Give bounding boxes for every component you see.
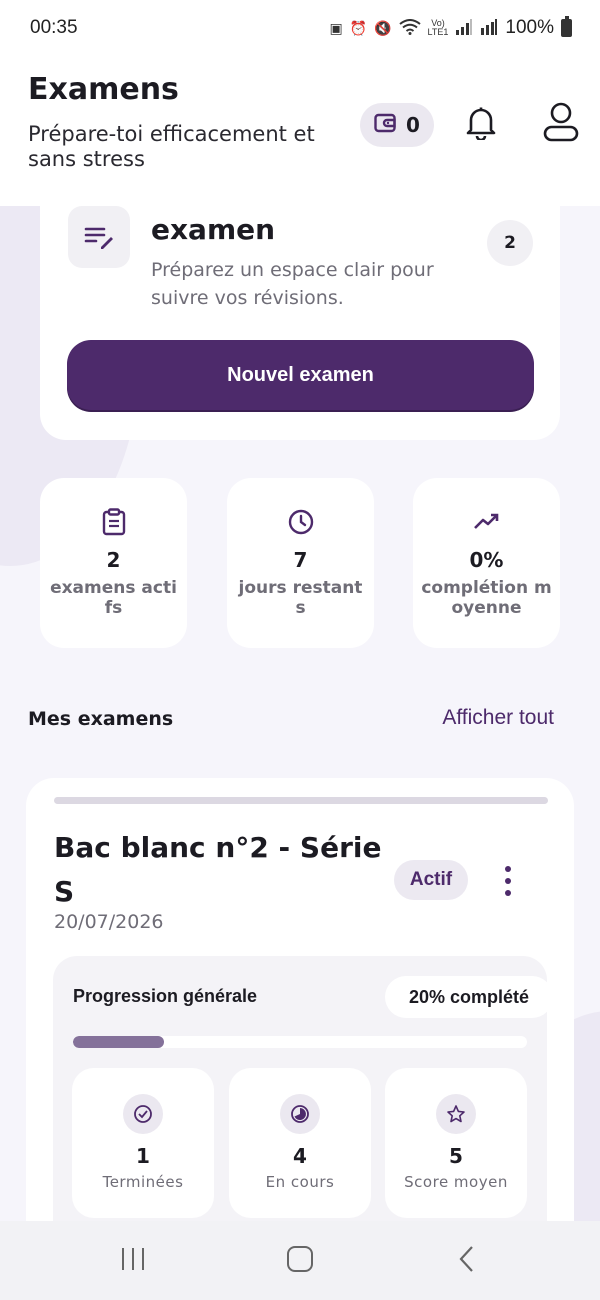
progress-badge: 20% complété xyxy=(385,976,553,1018)
metric-value: 1 xyxy=(136,1144,150,1168)
progress-panel: Progression générale 20% complété 1 Term… xyxy=(53,956,553,1221)
star-icon xyxy=(436,1094,476,1134)
stat-value: 7 xyxy=(293,548,308,572)
create-exam-card: examen Préparez un espace clair pour sui… xyxy=(40,206,560,440)
stat-card-days-left: 7 jours restants xyxy=(227,478,374,648)
battery-icon xyxy=(561,16,572,37)
home-button[interactable] xyxy=(270,1241,330,1281)
wallet-count: 0 xyxy=(406,113,420,137)
notification-icon: ▣ xyxy=(329,20,343,36)
profile-button[interactable] xyxy=(540,102,582,146)
exam-title: Bac blanc n°2 - Série S xyxy=(54,831,382,908)
home-icon xyxy=(286,1245,314,1277)
exam-count-badge: 2 xyxy=(487,220,533,266)
clock-icon xyxy=(227,508,374,536)
back-icon xyxy=(457,1245,477,1277)
trending-up-icon xyxy=(413,508,560,536)
progress-fill xyxy=(73,1036,164,1048)
recent-apps-button[interactable] xyxy=(103,1241,163,1281)
metric-card-score: 5 Score moyen xyxy=(385,1068,527,1218)
signal-roaming-icon xyxy=(480,19,498,37)
metric-label: Score moyen xyxy=(404,1173,508,1191)
stat-card-active-exams: 2 examens actifs xyxy=(40,478,187,648)
hero-title: examen xyxy=(151,213,276,246)
exam-card-accent-bar xyxy=(54,797,548,804)
progress-label: Progression générale xyxy=(73,986,258,1006)
page-subtitle: Prépare-toi efficacement et sans stress xyxy=(28,122,315,171)
main-content[interactable]: examen Préparez un espace clair pour sui… xyxy=(0,206,600,1221)
check-circle-icon xyxy=(123,1094,163,1134)
signal-icon xyxy=(455,19,473,37)
edit-list-icon xyxy=(68,206,130,268)
app-header: Examens Prépare-toi efficacement et sans… xyxy=(0,56,600,206)
wallet-icon xyxy=(374,113,396,137)
exam-card[interactable]: Bac blanc n°2 - Série S 20/07/2026 Actif… xyxy=(26,778,574,1221)
hero-description: Préparez un espace clair pour suivre vos… xyxy=(151,259,434,309)
half-circle-icon xyxy=(280,1094,320,1134)
more-options-button[interactable] xyxy=(498,866,518,896)
exam-date: 20/07/2026 xyxy=(54,911,164,933)
clipboard-icon xyxy=(40,508,187,536)
stat-label: jours restants xyxy=(238,578,363,618)
section-title: Mes examens xyxy=(28,708,174,730)
status-badge: Actif xyxy=(394,860,468,900)
page-title: Examens xyxy=(28,72,179,107)
new-exam-button[interactable]: Nouvel examen xyxy=(67,340,534,410)
back-button[interactable] xyxy=(437,1241,497,1281)
volte-icon: Vo) LTE1 xyxy=(427,18,449,37)
recent-apps-icon xyxy=(120,1246,146,1276)
metric-value: 4 xyxy=(293,1144,307,1168)
metric-value: 5 xyxy=(449,1144,463,1168)
more-vert-icon xyxy=(505,866,511,872)
stat-value: 2 xyxy=(106,548,121,572)
stats-row: 2 examens actifs 7 jours restants 0% com… xyxy=(40,478,560,648)
system-nav-bar xyxy=(0,1221,600,1300)
show-all-link[interactable]: Afficher tout xyxy=(442,706,554,730)
bell-icon xyxy=(466,106,496,144)
metric-card-in-progress: 4 En cours xyxy=(229,1068,371,1218)
battery-percent: 100% xyxy=(505,17,554,38)
stat-value: 0% xyxy=(469,548,504,572)
wifi-icon xyxy=(398,19,421,37)
stat-card-completion: 0% complétion moyenne xyxy=(413,478,560,648)
mute-icon: 🔇 xyxy=(374,20,392,36)
status-bar: 00:35 ▣ ⏰ 🔇 Vo) LTE1 100% xyxy=(0,0,600,56)
status-time: 00:35 xyxy=(30,17,78,38)
wallet-button[interactable]: 0 xyxy=(360,103,434,147)
metric-card-completed: 1 Terminées xyxy=(72,1068,214,1218)
progress-bar xyxy=(73,1036,527,1048)
alarm-icon: ⏰ xyxy=(349,20,368,36)
metric-label: Terminées xyxy=(102,1173,184,1191)
status-icons: ▣ ⏰ 🔇 Vo) LTE1 100% xyxy=(329,16,572,39)
profile-icon xyxy=(543,102,579,146)
metric-label: En cours xyxy=(265,1173,335,1191)
stat-label: complétion moyenne xyxy=(421,578,552,618)
notifications-button[interactable] xyxy=(462,106,500,144)
stat-label: examens actifs xyxy=(50,578,177,618)
